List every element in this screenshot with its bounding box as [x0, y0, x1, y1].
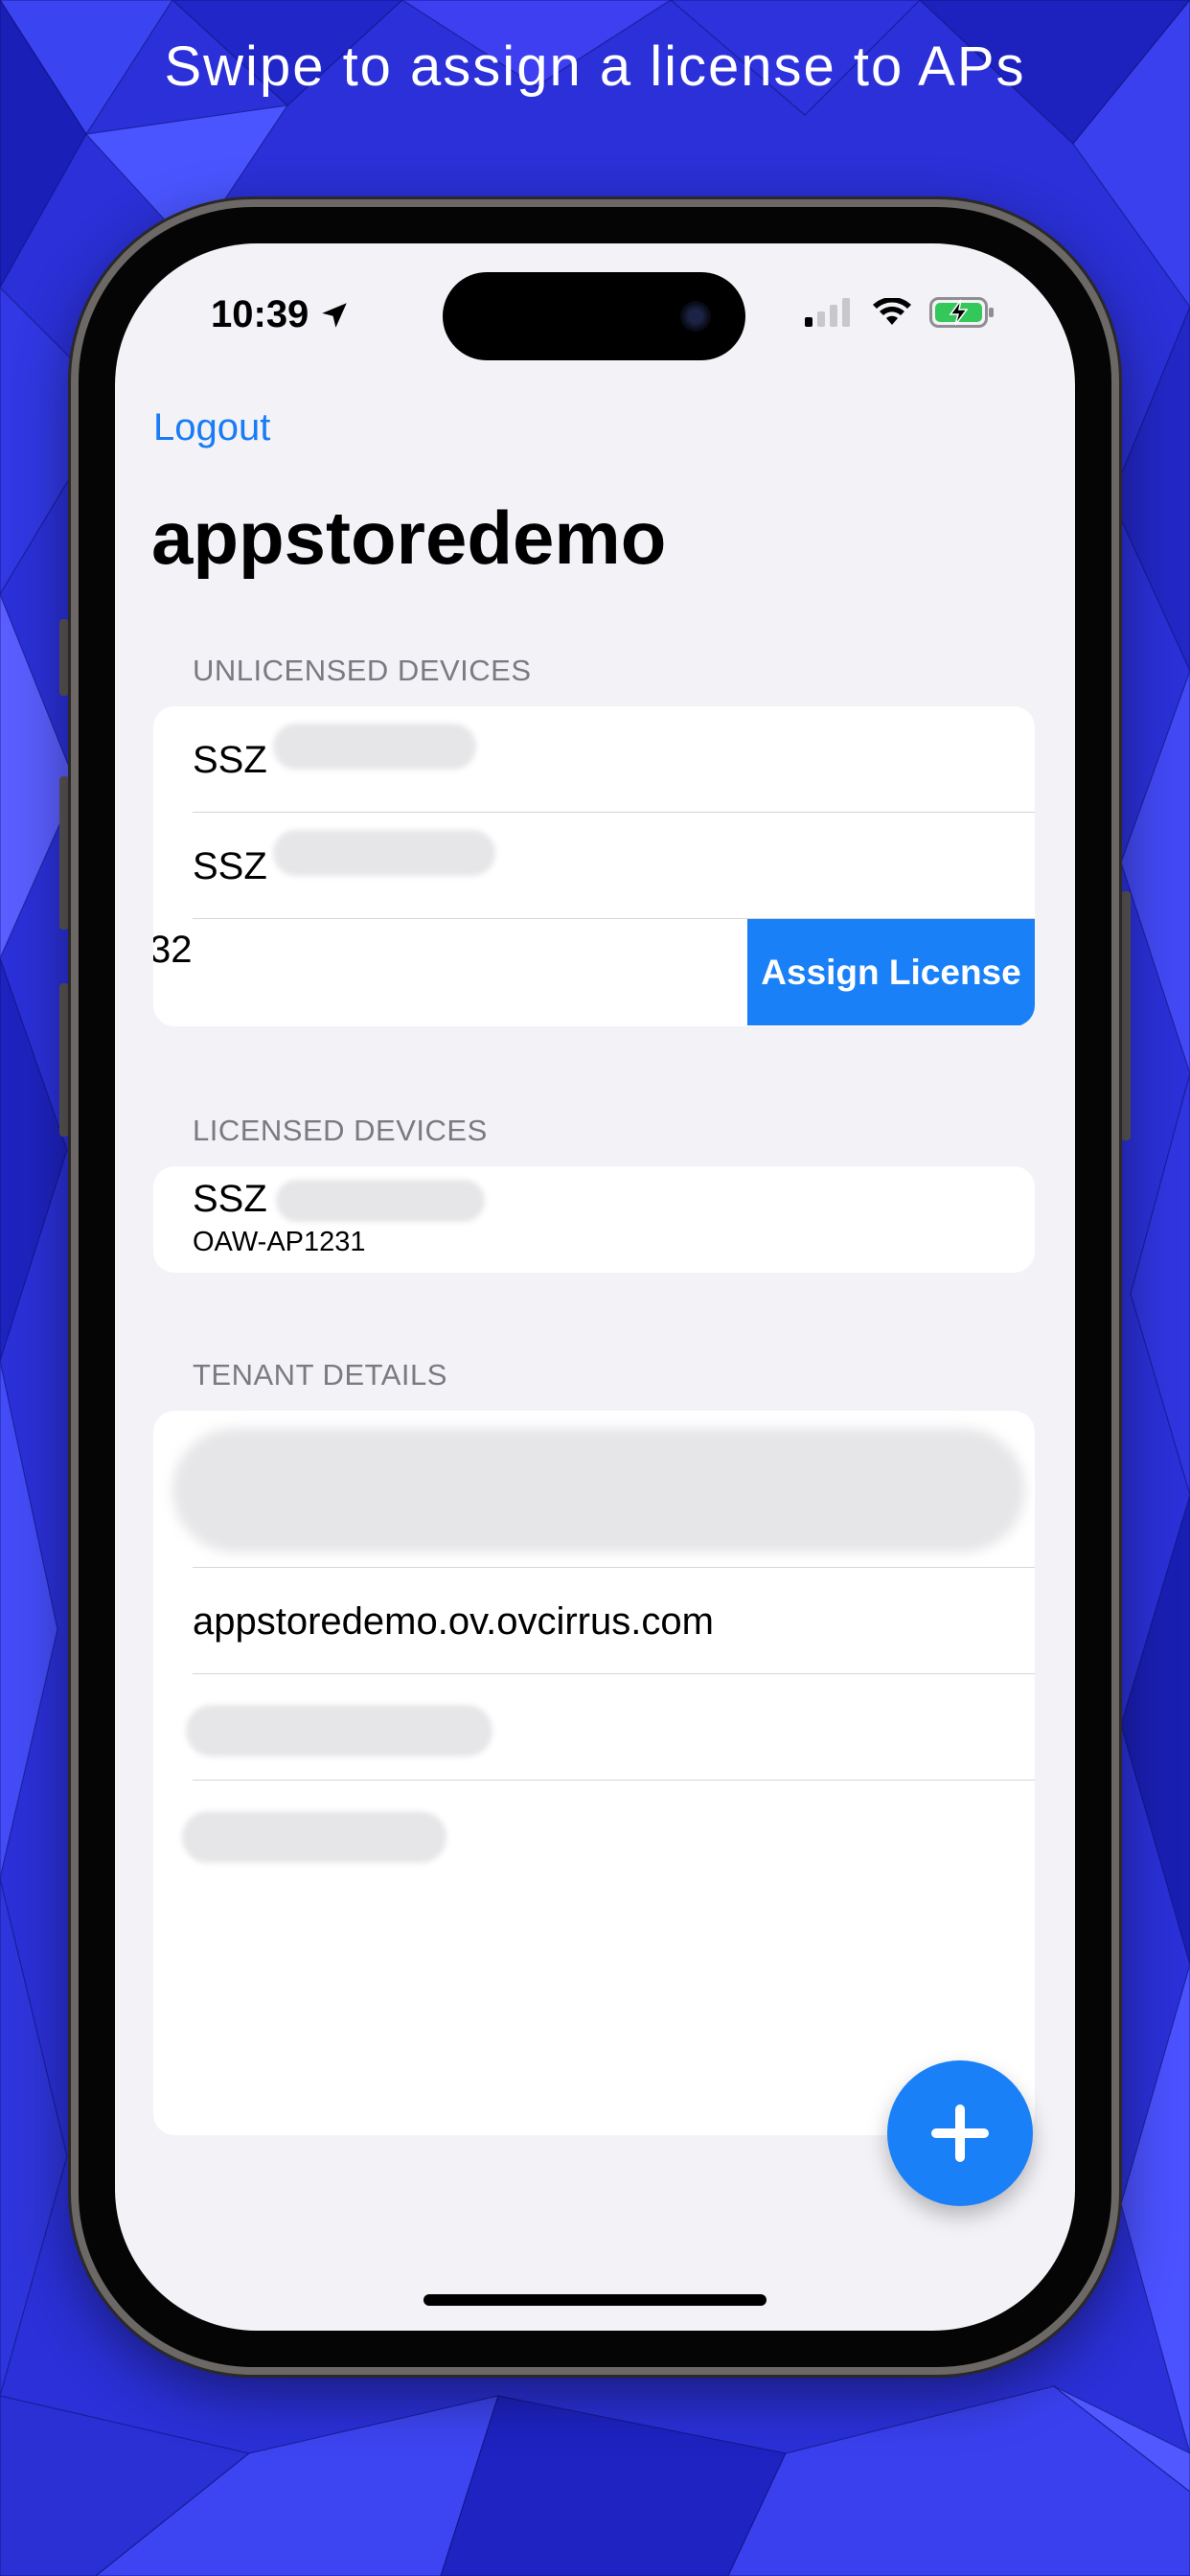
- redacted-serial: [273, 830, 495, 876]
- tenant-detail-row: [153, 1411, 1035, 1568]
- section-header-unlicensed: UNLICENSED DEVICES: [193, 654, 532, 687]
- unlicensed-device-row-swiped[interactable]: 32 Assign License: [153, 919, 1035, 1026]
- tenant-details-list: appstoredemo.ov.ovcirrus.com: [153, 1411, 1035, 2135]
- tenant-detail-row: appstoredemo.ov.ovcirrus.com: [153, 1568, 1035, 1674]
- device-serial: SSZ: [193, 845, 267, 887]
- unlicensed-device-row[interactable]: SSZ: [153, 706, 1035, 813]
- licensed-device-row[interactable]: SSZ OAW-AP1231: [153, 1166, 1035, 1273]
- unlicensed-device-row[interactable]: SSZ: [153, 813, 1035, 919]
- redacted-serial: [273, 724, 476, 770]
- redacted-serial: [276, 1180, 485, 1222]
- dynamic-island: [443, 272, 745, 360]
- section-header-tenant: TENANT DETAILS: [193, 1358, 447, 1392]
- location-arrow-icon: [322, 302, 348, 328]
- status-indicators: [805, 297, 996, 328]
- app-screen: 10:39 Logout appstoredemo UNLICENSED DEV: [115, 243, 1075, 2331]
- volume-up-button: [59, 776, 69, 930]
- tenant-detail-row: [153, 1781, 1035, 1887]
- cellular-signal-icon: [805, 298, 850, 327]
- redacted-tenant-id: [172, 1428, 1025, 1552]
- page-title: appstoredemo: [151, 495, 667, 580]
- promo-caption: Swipe to assign a license to APs: [164, 35, 1026, 98]
- wifi-icon: [873, 298, 911, 325]
- unlicensed-devices-list: SSZ SSZ 32 Assign License: [153, 706, 1035, 1026]
- tenant-domain: appstoredemo.ov.ovcirrus.com: [193, 1600, 714, 1643]
- section-header-licensed: LICENSED DEVICES: [193, 1114, 488, 1147]
- status-time-text: 10:39: [211, 293, 309, 335]
- tenant-detail-row: [153, 1674, 1035, 1781]
- device-serial: 32: [153, 929, 193, 971]
- volume-down-button: [59, 983, 69, 1137]
- device-serial: SSZ: [193, 1178, 267, 1220]
- battery-charging-icon: [929, 297, 994, 328]
- logout-button[interactable]: Logout: [153, 406, 270, 449]
- add-device-button[interactable]: [887, 2060, 1033, 2206]
- power-button: [1121, 891, 1131, 1140]
- device-model: OAW-AP1231: [193, 1227, 366, 1257]
- licensed-devices-list: SSZ OAW-AP1231: [153, 1166, 1035, 1273]
- plus-icon: [931, 2104, 989, 2162]
- device-serial: SSZ: [193, 739, 267, 781]
- front-camera: [680, 301, 711, 332]
- assign-license-button[interactable]: Assign License: [747, 919, 1035, 1025]
- home-indicator[interactable]: [423, 2294, 767, 2306]
- status-time: 10:39: [211, 293, 351, 336]
- action-button: [59, 619, 69, 696]
- redacted-detail: [186, 1705, 492, 1757]
- redacted-detail: [182, 1811, 446, 1863]
